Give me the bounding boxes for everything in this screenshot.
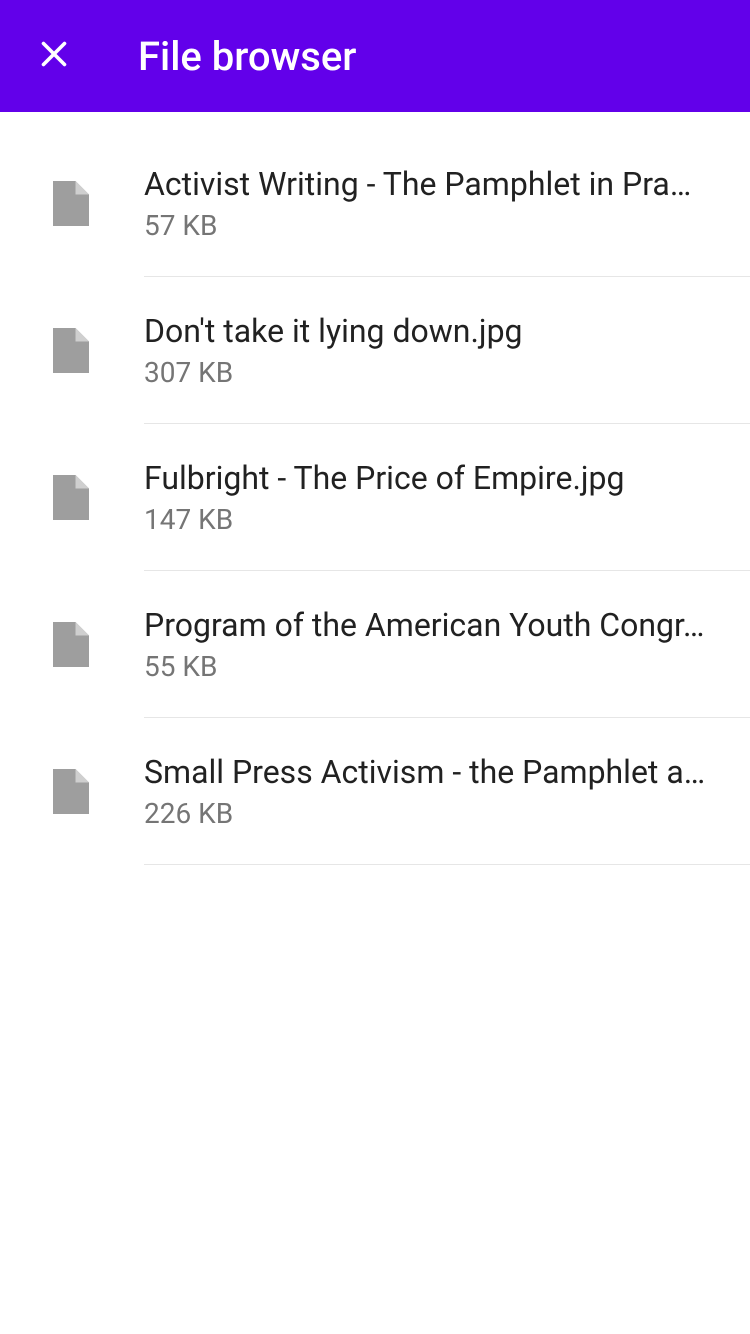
file-name: Small Press Activism - the Pamphlet a…: [144, 753, 720, 791]
app-header: File browser: [0, 0, 750, 112]
file-size: 307 KB: [144, 356, 720, 389]
page-title: File browser: [138, 33, 356, 80]
file-item[interactable]: Program of the American Youth Congr… 55 …: [0, 571, 750, 717]
file-size: 55 KB: [144, 650, 720, 683]
file-text: Program of the American Youth Congr… 55 …: [104, 606, 750, 683]
file-item[interactable]: Fulbright - The Price of Empire.jpg 147 …: [0, 424, 750, 570]
file-list: Activist Writing - The Pamphlet in Pra… …: [0, 112, 750, 865]
file-icon: [38, 181, 104, 226]
file-text: Activist Writing - The Pamphlet in Pra… …: [104, 165, 750, 242]
file-icon: [38, 475, 104, 520]
file-icon: [38, 328, 104, 373]
file-name: Fulbright - The Price of Empire.jpg: [144, 459, 720, 497]
file-icon: [38, 769, 104, 814]
file-item[interactable]: Small Press Activism - the Pamphlet a… 2…: [0, 718, 750, 864]
file-name: Program of the American Youth Congr…: [144, 606, 720, 644]
file-name: Activist Writing - The Pamphlet in Pra…: [144, 165, 720, 203]
close-icon: [36, 36, 72, 76]
file-item[interactable]: Don't take it lying down.jpg 307 KB: [0, 277, 750, 423]
file-name: Don't take it lying down.jpg: [144, 312, 720, 350]
close-button[interactable]: [30, 32, 78, 80]
file-text: Small Press Activism - the Pamphlet a… 2…: [104, 753, 750, 830]
file-item[interactable]: Activist Writing - The Pamphlet in Pra… …: [0, 130, 750, 276]
file-icon: [38, 622, 104, 667]
file-text: Fulbright - The Price of Empire.jpg 147 …: [104, 459, 750, 536]
file-size: 226 KB: [144, 797, 720, 830]
file-text: Don't take it lying down.jpg 307 KB: [104, 312, 750, 389]
file-size: 57 KB: [144, 209, 720, 242]
file-size: 147 KB: [144, 503, 720, 536]
divider: [144, 864, 750, 865]
